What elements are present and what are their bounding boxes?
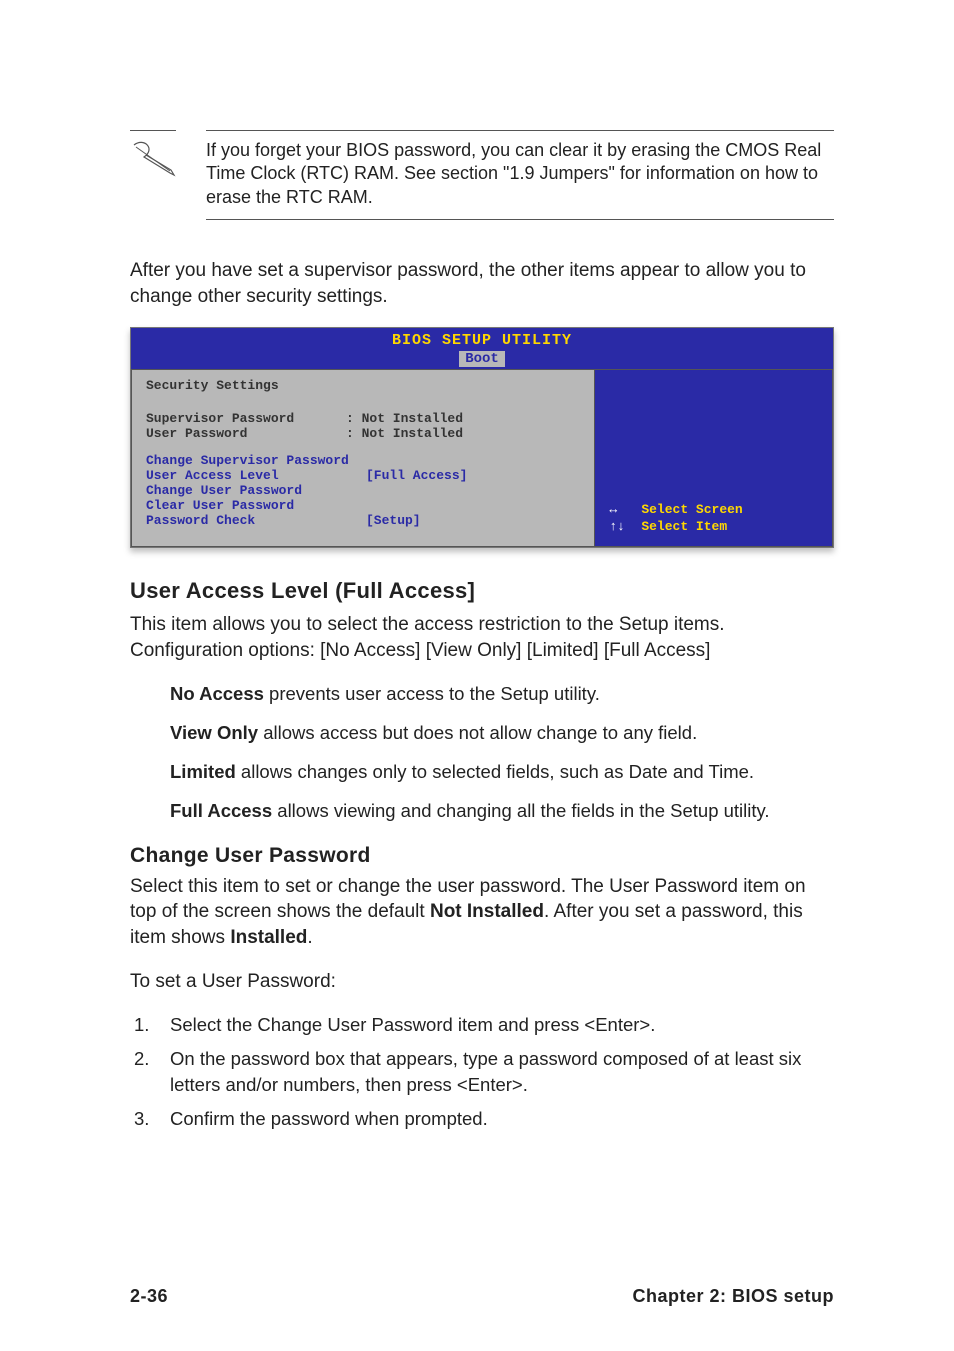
option-view-only: View Only allows access but does not all…	[170, 721, 834, 746]
option-no-access: No Access prevents user access to the Se…	[170, 682, 834, 707]
bios-status-row: User Password : Not Installed	[146, 426, 580, 441]
section2-desc: Select this item to set or change the us…	[130, 874, 834, 951]
bios-menu-item: Clear User Password	[146, 498, 580, 513]
option-limited: Limited allows changes only to selected …	[170, 760, 834, 785]
step-item: On the password box that appears, type a…	[134, 1046, 834, 1098]
bios-help-row: ↑↓ Select Item	[609, 519, 822, 534]
page-number: 2-36	[130, 1286, 168, 1307]
bios-screenshot: BIOS SETUP UTILITY Boot Security Setting…	[130, 327, 834, 548]
chapter-label: Chapter 2: BIOS setup	[632, 1286, 834, 1307]
note-pencil-icon	[130, 130, 176, 182]
step-item: Confirm the password when prompted.	[134, 1106, 834, 1132]
bios-left-panel: Security Settings Supervisor Password : …	[131, 369, 594, 547]
option-list: No Access prevents user access to the Se…	[130, 682, 834, 824]
bios-tab-boot: Boot	[459, 351, 505, 367]
bios-help-row: ↔ Select Screen	[609, 502, 822, 517]
heading-change-user-password: Change User Password	[130, 844, 834, 868]
intro-paragraph: After you have set a supervisor password…	[130, 258, 834, 309]
bios-status-row: Supervisor Password : Not Installed	[146, 411, 580, 426]
arrow-lr-icon: ↔	[609, 502, 627, 517]
option-full-access: Full Access allows viewing and changing …	[170, 799, 834, 824]
bios-right-panel: ↔ Select Screen ↑↓ Select Item	[594, 369, 833, 547]
steps-list: Select the Change User Password item and…	[134, 1012, 834, 1132]
section1-desc: This item allows you to select the acces…	[130, 612, 834, 663]
bios-tab-row: Boot	[131, 349, 833, 369]
heading-user-access-level: User Access Level (Full Access]	[130, 578, 834, 604]
bios-section-title: Security Settings	[146, 378, 580, 393]
bios-menu-item: Change Supervisor Password	[146, 453, 580, 468]
bios-menu-item: User Access Level [Full Access]	[146, 468, 580, 483]
page-footer: 2-36 Chapter 2: BIOS setup	[130, 1286, 834, 1307]
step-item: Select the Change User Password item and…	[134, 1012, 834, 1038]
section2-sub: To set a User Password:	[130, 969, 834, 995]
note-callout: If you forget your BIOS password, you ca…	[130, 130, 834, 220]
bios-menu-item: Password Check [Setup]	[146, 513, 580, 528]
note-text: If you forget your BIOS password, you ca…	[206, 130, 834, 220]
bios-title: BIOS SETUP UTILITY	[131, 328, 833, 349]
arrow-ud-icon: ↑↓	[609, 519, 627, 534]
bios-menu-item: Change User Password	[146, 483, 580, 498]
